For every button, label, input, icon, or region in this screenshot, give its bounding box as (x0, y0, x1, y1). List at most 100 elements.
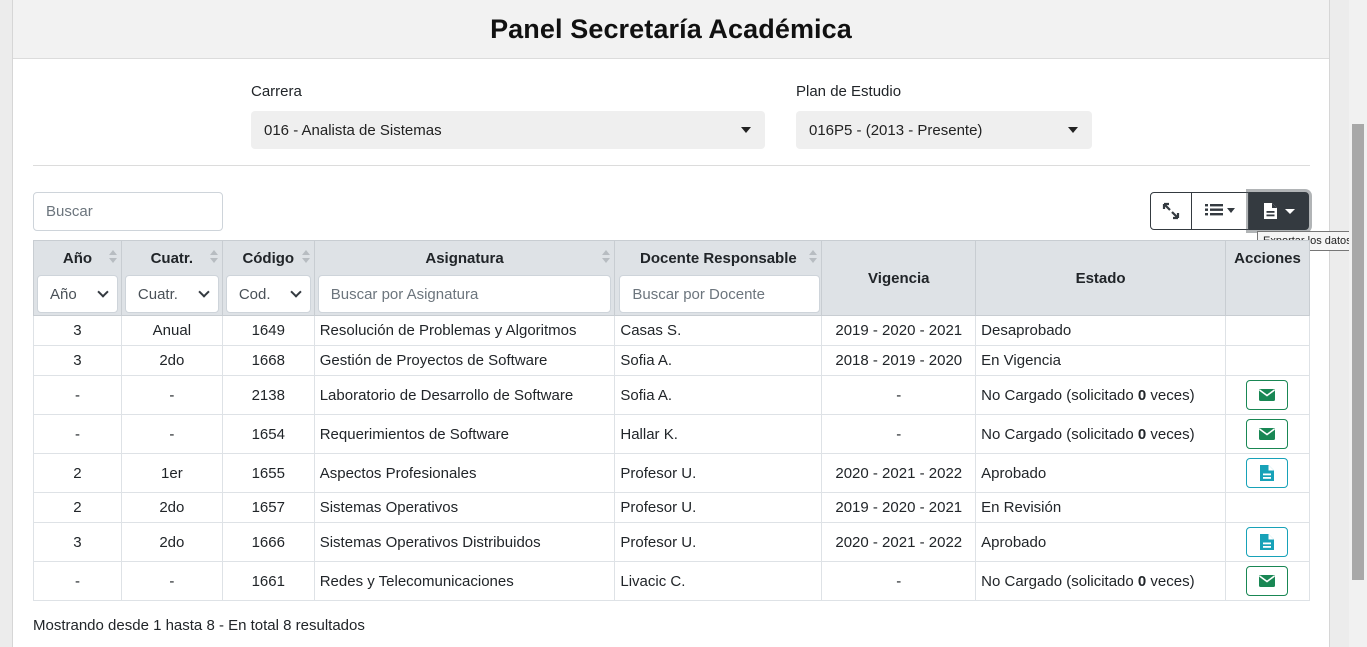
asignatura-filter-input[interactable] (317, 275, 612, 313)
table-toolbar (1150, 192, 1309, 230)
cell-cuatr: Anual (120, 315, 223, 346)
header-codigo[interactable]: Código Cod. (221, 240, 315, 316)
cell-anio: 2 (33, 492, 122, 523)
cell-cuatr: 1er (120, 453, 223, 493)
view-document-button[interactable] (1246, 527, 1289, 557)
cell-docente: Hallar K. (614, 414, 823, 454)
list-icon (1205, 204, 1235, 216)
cell-codigo: 1657 (221, 492, 315, 523)
cell-vigencia: - (821, 561, 977, 601)
cell-acciones (1224, 375, 1311, 415)
send-request-button[interactable] (1246, 419, 1289, 449)
table-row: - -2138 Laboratorio de Desarrollo de Softw… (33, 375, 1311, 415)
table-row: 2 1er 1655 Aspectos Profesionales Profesor U… (33, 453, 1311, 493)
results-summary: Mostrando desde 1 hasta 8 - En total 8 r… (33, 617, 365, 634)
cell-codigo: 1655 (221, 453, 315, 493)
cell-docente: Sofia A. (614, 375, 823, 415)
docente-filter-input[interactable] (619, 275, 821, 313)
table-row: - -1654 Requerimientos de Software Hallar K… (33, 414, 1311, 454)
cell-acciones (1224, 414, 1311, 454)
cell-asignatura: Sistemas Operativos Distribuidos (313, 522, 616, 562)
estado-text: No Cargado (solicitado (981, 386, 1138, 404)
table-body: 3 Anual 1649 Resolución de Problemas y Algo… (33, 315, 1311, 601)
cell-cuatr: - (120, 375, 223, 415)
carrera-select[interactable]: 016 - Analista de Sistemas (251, 111, 765, 149)
cell-estado: Aprobado (975, 522, 1226, 562)
table-row: 2 2do 1657 Sistemas Operativos Profesor U. 20… (33, 492, 1311, 523)
header-asignatura[interactable]: Asignatura (313, 240, 616, 316)
cell-docente: Profesor U. (614, 492, 823, 523)
estado-text-suffix: veces) (1146, 386, 1195, 404)
cell-codigo: 2138 (221, 375, 315, 415)
cell-estado: En Revisión (975, 492, 1226, 523)
fullscreen-button[interactable] (1150, 192, 1192, 230)
anio-filter-select[interactable]: Año (37, 275, 118, 313)
table-row: 3 2do 1666 Sistemas Operativos Distribuidos… (33, 522, 1311, 562)
cell-estado: No Cargado (solicitado 0 veces) (975, 561, 1226, 601)
cell-codigo: 1668 (221, 345, 315, 376)
cell-cuatr: - (120, 414, 223, 454)
codigo-filter-select[interactable]: Cod. (225, 275, 311, 313)
cell-anio: 3 (33, 522, 122, 562)
request-count: 0 (1137, 425, 1147, 443)
search-input[interactable] (33, 192, 223, 231)
carrera-label: Carrera (251, 83, 302, 100)
header-docente[interactable]: Docente Responsable (614, 240, 823, 316)
header-vigencia: Vigencia (821, 240, 977, 316)
cell-codigo: 1649 (221, 315, 315, 346)
view-document-button[interactable] (1246, 458, 1289, 488)
sort-icon (209, 250, 218, 266)
scrollbar-thumb[interactable] (1352, 124, 1364, 580)
cell-vigencia: - (821, 375, 977, 415)
send-request-button[interactable] (1246, 380, 1289, 410)
carrera-select-value: 016 - Analista de Sistemas (264, 121, 442, 139)
cell-cuatr: 2do (120, 492, 223, 523)
cell-docente: Profesor U. (614, 453, 823, 493)
estado-text: No Cargado (solicitado (981, 572, 1138, 590)
cell-asignatura: Sistemas Operativos (313, 492, 616, 523)
cell-acciones (1224, 492, 1311, 523)
cell-anio: 3 (33, 345, 122, 376)
cell-acciones (1224, 315, 1311, 346)
table-row: - -1661 Redes y Telecomunicaciones Livacic … (33, 561, 1311, 601)
divider (33, 165, 1310, 166)
cell-codigo: 1666 (221, 522, 315, 562)
card-header: Panel Secretaría Académica (13, 0, 1329, 59)
header-estado: Estado (975, 240, 1226, 316)
cell-acciones (1224, 345, 1311, 376)
estado-text-suffix: veces) (1146, 572, 1195, 590)
envelope-icon (1259, 428, 1276, 440)
cell-cuatr: 2do (120, 345, 223, 376)
header-cuatr[interactable]: Cuatr. Cuatr. (120, 240, 223, 316)
cell-asignatura: Laboratorio de Desarrollo de Software (313, 375, 616, 415)
export-button[interactable] (1249, 192, 1309, 230)
scrollbar[interactable] (1349, 0, 1367, 647)
cell-estado: Desaprobado (975, 315, 1226, 346)
columns-toggle-button[interactable] (1192, 192, 1249, 230)
caret-down-icon (741, 127, 751, 133)
cell-estado: No Cargado (solicitado 0 veces) (975, 375, 1226, 415)
cell-codigo: 1661 (221, 561, 315, 601)
header-anio[interactable]: Año Año (33, 240, 122, 316)
cell-asignatura: Aspectos Profesionales (313, 453, 616, 493)
envelope-icon (1259, 389, 1276, 401)
plan-select[interactable]: 016P5 - (2013 - Presente) (796, 111, 1092, 149)
cell-anio: - (33, 414, 122, 454)
file-export-icon (1264, 203, 1295, 219)
cell-asignatura: Resolución de Problemas y Algoritmos (313, 315, 616, 346)
cell-asignatura: Redes y Telecomunicaciones (313, 561, 616, 601)
chevron-down-icon (290, 286, 302, 298)
cell-vigencia: 2020 - 2021 - 2022 (821, 453, 977, 493)
cuatr-filter-select[interactable]: Cuatr. (124, 275, 219, 313)
table-row: 3 2do 1668 Gestión de Proyectos de Software… (33, 345, 1311, 376)
chevron-down-icon (198, 286, 210, 298)
cell-anio: 3 (33, 315, 122, 346)
sort-icon (301, 250, 310, 266)
send-request-button[interactable] (1246, 566, 1289, 596)
cell-vigencia: 2018 - 2019 - 2020 (821, 345, 977, 376)
cell-cuatr: 2do (120, 522, 223, 562)
plan-label: Plan de Estudio (796, 83, 902, 100)
caret-down-icon (1068, 127, 1078, 133)
sort-icon (602, 250, 611, 266)
chevron-down-icon (97, 286, 109, 298)
